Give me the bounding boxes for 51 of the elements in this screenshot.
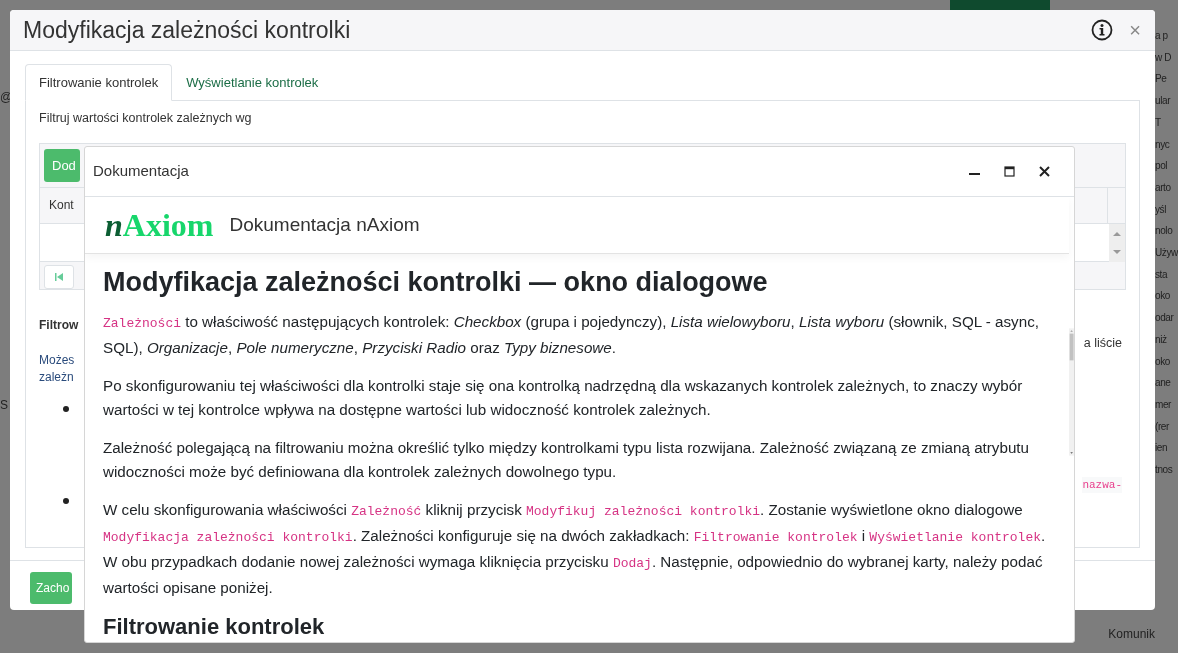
tab[interactable]: Wyświetlanie kontrolek xyxy=(172,63,333,101)
background-text: sta xyxy=(1155,268,1169,282)
background-text: nolo xyxy=(1155,225,1174,238)
paragraph-text: a liście xyxy=(1083,334,1122,352)
add-button[interactable]: Dod xyxy=(44,148,80,183)
background-text: oko xyxy=(1155,355,1171,368)
background-text: T xyxy=(1155,116,1162,130)
background-text: ane xyxy=(1155,377,1172,390)
paragraph: Zależność polegającą na filtrowaniu można określić tylko między kontrolkami typu lista rozwijana. Zależność związaną ze zmianą atrybutu widoczności może być definiowana dla kontrolek zależnych dowolnego typu. xyxy=(103,438,1030,483)
background-text: yśl xyxy=(1155,203,1168,217)
background-text: ien xyxy=(1155,442,1169,455)
close-icon[interactable] xyxy=(1039,166,1050,177)
site-title: Dokumentacja nAxiom xyxy=(229,212,420,237)
background-text: arto xyxy=(1155,181,1172,195)
first-page-icon xyxy=(55,272,63,281)
paragraph: Po skonfigurowaniu tej właściwości dla kontrolki staje się ona kontrolką nadrzędną dla wskazanych kontrolek zależnych, to znaczy wybór wartości w tej kontrolce wpływa na dostępne wartości lub widoczność kontrolek zależnych. xyxy=(103,376,1024,421)
background-text: mer xyxy=(1155,398,1173,412)
background-text: niż xyxy=(1155,333,1168,347)
paragraph: Zależności to właściwość następujących kontrolek: Checkbox (grupa i pojedynczy), Lista wielowyboru, Lista wyboru (słownik, SQL - async, SQL), Organizacje, Pole numeryczne, Przyciski Radio oraz Typy biznesowe. xyxy=(103,312,1040,359)
page-heading: Modyfikacja zależności kontrolki — okno dialogowe xyxy=(103,266,769,299)
bullet-icon xyxy=(63,405,69,412)
background-text: Pe xyxy=(1155,73,1168,86)
background-text: pol xyxy=(1155,160,1169,173)
maximize-icon[interactable] xyxy=(1004,166,1015,177)
background-text: ular xyxy=(1155,95,1172,108)
paragraph-text: zależn xyxy=(39,368,75,386)
bullet-icon xyxy=(63,497,69,504)
tab[interactable]: Filtrowanie kontrolek xyxy=(25,63,173,101)
section-heading: Filtrowanie kontrolek xyxy=(103,614,326,641)
background-text: Używ xyxy=(1155,247,1178,260)
background-text: a p xyxy=(1155,30,1169,43)
info-icon[interactable] xyxy=(1091,18,1114,41)
filter-label: Filtruj wartości kontrolek zależnych wg xyxy=(39,110,253,127)
background-text: oko xyxy=(1155,290,1171,303)
window-title: Dokumentacja xyxy=(93,161,189,182)
column-header: Kont xyxy=(48,197,75,215)
close-button[interactable]: × xyxy=(1129,19,1141,40)
background-text: w D xyxy=(1155,51,1173,65)
background-text: odar xyxy=(1155,312,1175,325)
section-heading: Filtrow xyxy=(39,316,79,334)
background-text: tnos xyxy=(1155,464,1174,477)
paragraph: W celu skonfigurowania właściwości Zależność kliknij przycisk Modyfikuj zależności kontrolki. Zostanie wyświetlone okno dialogowe Modyfikacja zależności kontrolki. Zależności konfiguruje się na dwóch zakładkach: Filtrowanie kontrolek i Wyświetlanie kontrolek. W obu przypadkach dodanie nowej zależności wymaga kliknięcia przycisku Dodaj. Następnie, odpowiednio do wybranej karty, należy podać wartości opisane poniżej. xyxy=(103,500,1047,599)
dialog-title: Modyfikacja zależności kontrolki xyxy=(23,15,351,45)
paragraph-text: Możes xyxy=(39,351,76,369)
background-text: Komunik xyxy=(1108,626,1155,643)
background-text: nyc xyxy=(1155,138,1171,151)
save-button[interactable]: Zacho xyxy=(30,572,73,604)
background-text: (rer xyxy=(1155,420,1170,434)
code-text: nazwa- xyxy=(1082,476,1122,493)
background-text: S xyxy=(0,397,9,414)
logo: nAxiom xyxy=(105,209,214,241)
